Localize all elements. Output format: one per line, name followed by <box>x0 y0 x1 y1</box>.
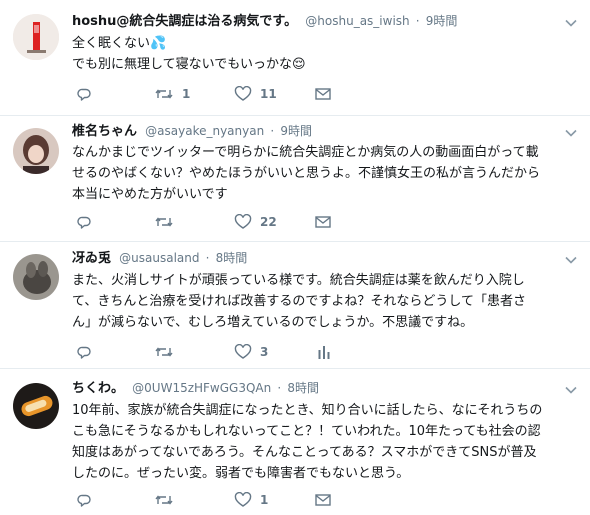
display-name[interactable]: ちくわ。 <box>72 381 124 396</box>
display-name[interactable]: 冴ゐ兎 <box>72 251 111 266</box>
like-button[interactable]: 3 <box>234 342 268 362</box>
reply-button[interactable] <box>76 84 100 104</box>
retweet-icon <box>155 495 173 505</box>
tweet-header: ちくわ。 @0UW15zHFwGG3QAn · 8時間 <box>72 379 560 397</box>
user-handle[interactable]: @asayake_nyanyan <box>145 124 264 138</box>
timestamp[interactable]: 9時間 <box>426 14 458 28</box>
action-bar: 22 <box>72 212 572 232</box>
tweet-text: また、火消しサイトが頑張っている様です。統合失調症は薬を飲んだり入院し て、きち… <box>72 270 576 333</box>
tweet-header: 冴ゐ兎 @usausaland · 8時間 <box>72 249 560 267</box>
user-handle[interactable]: @0UW15zHFwGG3QAn <box>132 381 271 395</box>
separator: · <box>270 124 275 138</box>
tweet-line: 本当にやめた方がいいです <box>72 187 228 202</box>
tweet[interactable]: 冴ゐ兎 @usausaland · 8時間 また、火消しサイトが頑張っている様で… <box>0 242 590 369</box>
chevron-down-icon[interactable] <box>564 125 578 139</box>
display-name[interactable]: 椎名ちゃん <box>72 124 137 139</box>
tweet-line: なんかまじでツイッターで明らかに統合失調症とか病気の人の動画面白がって載 <box>72 145 539 160</box>
tweet-line: 知度はあがってないであろう。そんなことってある？スマホができてSNSが普及 <box>72 445 537 460</box>
reply-button[interactable] <box>76 490 100 510</box>
tweet-text: 全く眠くない💦 でも別に無理して寝ないでもいっかな😌 <box>72 33 576 75</box>
mail-icon <box>315 88 331 100</box>
like-count: 11 <box>260 87 277 101</box>
message-button[interactable] <box>315 212 331 232</box>
tweet[interactable]: ちくわ。 @0UW15zHFwGG3QAn · 8時間 10年前、家族が統合失調… <box>0 369 590 515</box>
reply-button[interactable] <box>76 212 100 232</box>
chevron-down-icon[interactable] <box>564 15 578 29</box>
user-handle[interactable]: @usausaland <box>119 251 199 265</box>
tweet-text: 10年前、家族が統合失調症になったとき、知り合いに話したら、なにそれうちの こも… <box>72 400 576 484</box>
message-button[interactable] <box>315 84 331 104</box>
separator: · <box>205 251 210 265</box>
like-count: 1 <box>260 493 269 507</box>
heart-icon <box>234 214 252 229</box>
avatar[interactable] <box>13 128 59 174</box>
separator: · <box>277 381 282 395</box>
like-button[interactable]: 22 <box>234 212 277 232</box>
analytics-button[interactable] <box>317 342 331 362</box>
analytics-icon <box>318 346 330 359</box>
heart-icon <box>234 86 252 101</box>
reply-icon <box>77 216 91 229</box>
tweet-text: なんかまじでツイッターで明らかに統合失調症とか病気の人の動画面白がって載 せるの… <box>72 142 576 205</box>
tweet-line: 10年前、家族が統合失調症になったとき、知り合いに話したら、なにそれうちの <box>72 403 543 418</box>
timestamp[interactable]: 8時間 <box>287 381 319 395</box>
like-count: 3 <box>260 345 269 359</box>
tweet-line: せるのやばくない？やめたほうがいいと思うよ。不謹慎女王の私が言うんだから <box>72 166 541 181</box>
avatar[interactable] <box>13 14 59 60</box>
timestamp[interactable]: 9時間 <box>280 124 312 138</box>
user-handle[interactable]: @hoshu_as_iwish <box>305 14 409 28</box>
retweet-button[interactable] <box>154 342 182 362</box>
timestamp[interactable]: 8時間 <box>216 251 248 265</box>
separator: · <box>415 14 420 28</box>
avatar[interactable] <box>13 383 59 429</box>
message-button[interactable] <box>315 490 331 510</box>
tweet[interactable]: 椎名ちゃん @asayake_nyanyan · 9時間 なんかまじでツイッター… <box>0 116 590 242</box>
tweet-line: でも別に無理して寝ないでもいっかな😌 <box>72 57 306 72</box>
reply-icon <box>77 494 91 507</box>
heart-icon <box>234 344 252 359</box>
timeline: hoshu@統合失調症は治る病気です。 @hoshu_as_iwish · 9時… <box>0 0 590 515</box>
tweet-line: したのに。ぜったい変。弱者でも障害者でもないと思う。 <box>72 466 410 481</box>
tweet-line: て、きちんと治療を受ければ改善するのですよね？それならどうして「患者さ <box>72 294 526 309</box>
like-button[interactable]: 11 <box>234 84 277 104</box>
display-name[interactable]: hoshu@統合失調症は治る病気です。 <box>72 14 297 29</box>
action-bar: 1 11 <box>72 84 572 104</box>
reply-icon <box>77 346 91 359</box>
retweet-button[interactable] <box>154 212 182 232</box>
tweet-line: こも急にそうなるかもしれないってこと？！ていわれた。10年たっても社会の認 <box>72 424 541 439</box>
reply-icon <box>77 88 91 101</box>
tweet-line: ん」が減らないで、むしろ増えているのでしょうか。不思議ですね。 <box>72 315 474 330</box>
mail-icon <box>315 494 331 506</box>
like-button[interactable]: 1 <box>234 490 268 510</box>
retweet-count: 1 <box>182 87 191 101</box>
tweet-line: また、火消しサイトが頑張っている様です。統合失調症は薬を飲んだり入院し <box>72 273 525 288</box>
action-bar: 1 <box>72 490 572 510</box>
mail-icon <box>315 216 331 228</box>
retweet-icon <box>155 217 173 227</box>
heart-icon <box>234 492 252 507</box>
retweet-icon <box>155 347 173 357</box>
like-count: 22 <box>260 215 277 229</box>
retweet-button[interactable] <box>154 490 182 510</box>
chevron-down-icon[interactable] <box>564 252 578 266</box>
action-bar: 3 <box>72 342 572 362</box>
tweet-line: 全く眠くない💦 <box>72 36 167 51</box>
tweet-header: hoshu@統合失調症は治る病気です。 @hoshu_as_iwish · 9時… <box>72 12 560 30</box>
retweet-button[interactable]: 1 <box>154 84 190 104</box>
chevron-down-icon[interactable] <box>564 382 578 396</box>
tweet[interactable]: hoshu@統合失調症は治る病気です。 @hoshu_as_iwish · 9時… <box>0 0 590 116</box>
retweet-icon <box>155 89 173 99</box>
tweet-header: 椎名ちゃん @asayake_nyanyan · 9時間 <box>72 122 560 140</box>
reply-button[interactable] <box>76 342 100 362</box>
avatar[interactable] <box>13 254 59 300</box>
